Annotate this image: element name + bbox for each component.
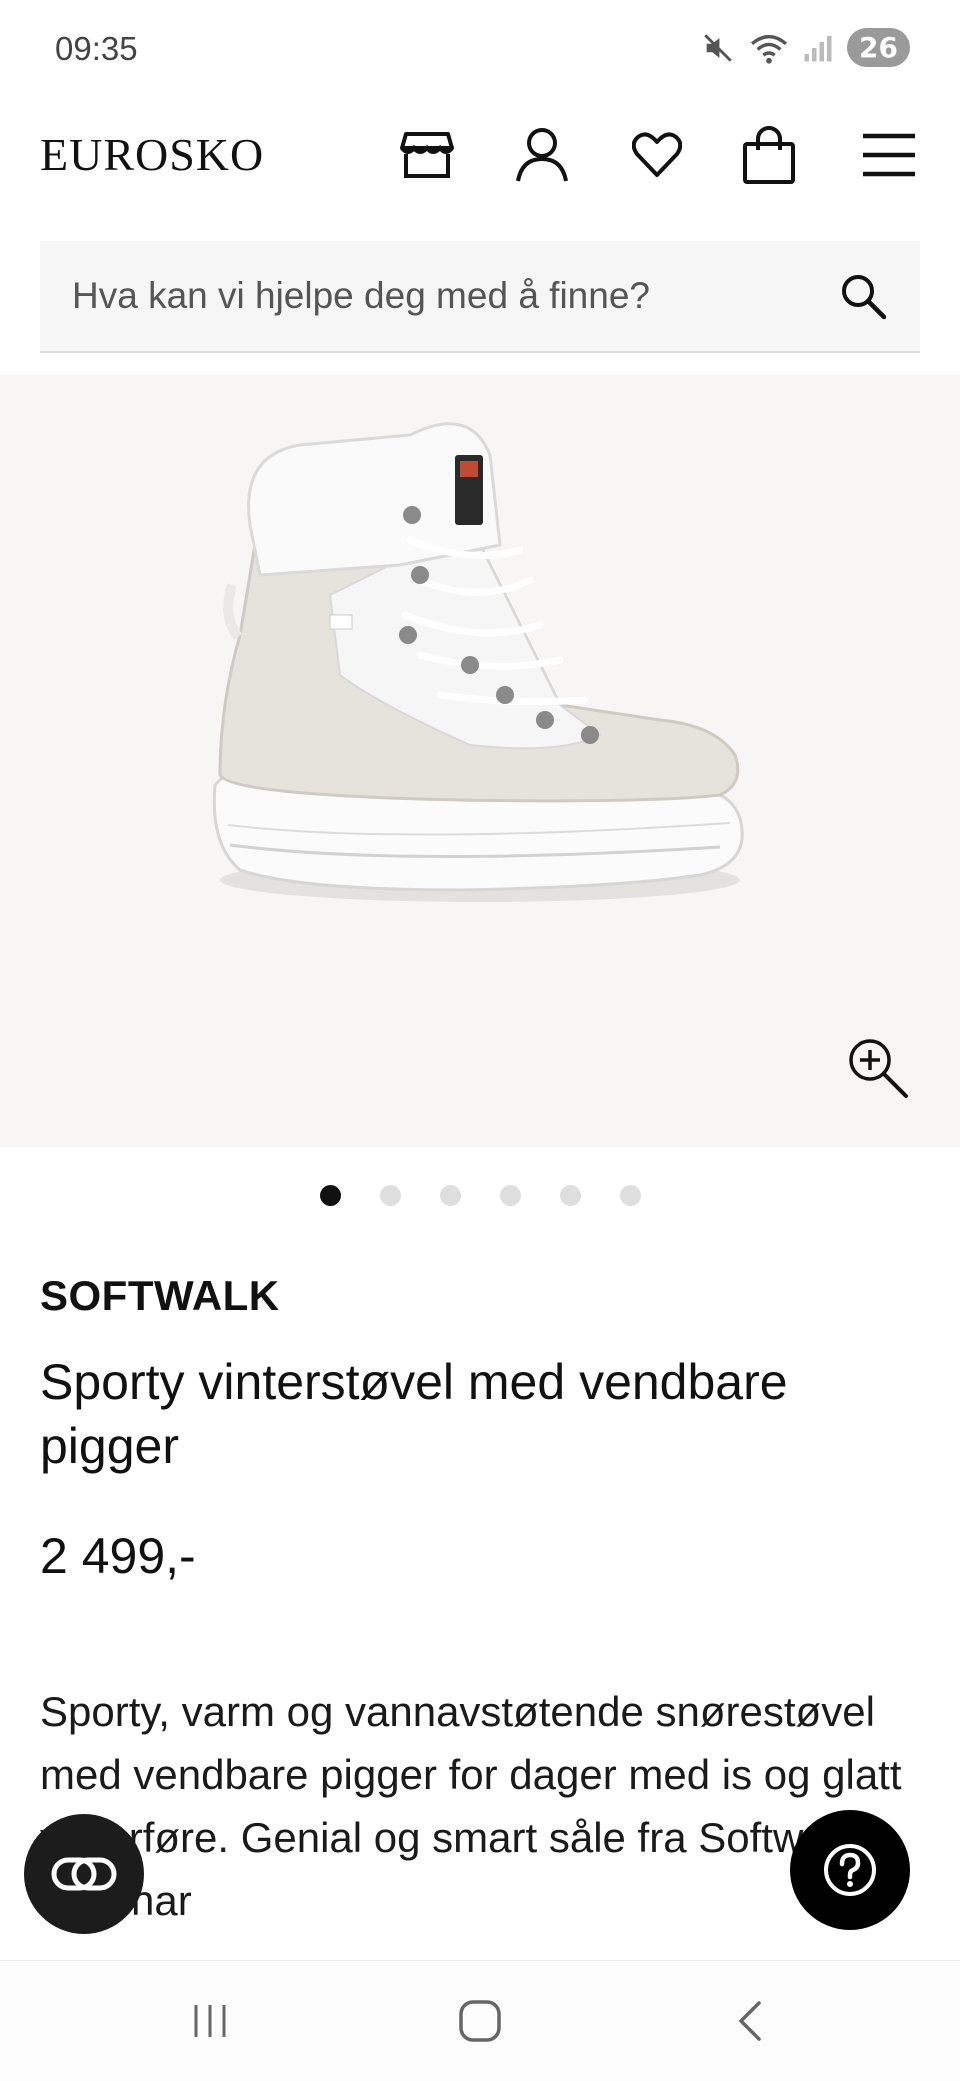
status-time: 09:35	[55, 30, 138, 67]
product-image	[212, 422, 744, 902]
product-brand[interactable]: SOFTWALK	[40, 1272, 280, 1320]
search-icon[interactable]	[838, 271, 890, 323]
accessibility-button[interactable]	[24, 1814, 144, 1934]
gallery-dot[interactable]	[619, 1185, 641, 1206]
wishlist-heart-icon[interactable]	[626, 124, 688, 186]
gallery-dot[interactable]	[439, 1185, 461, 1206]
search-input[interactable]	[70, 274, 834, 318]
gallery-dot[interactable]	[379, 1185, 401, 1206]
status-icons: 26	[701, 28, 910, 67]
gallery-dot[interactable]	[319, 1185, 341, 1206]
zoom-icon[interactable]	[846, 1036, 910, 1100]
home-icon[interactable]	[450, 1996, 510, 2046]
wifi-icon	[750, 34, 788, 64]
gallery-dot[interactable]	[559, 1185, 581, 1206]
back-icon[interactable]	[720, 1996, 780, 2046]
cart-bag-icon[interactable]	[738, 124, 800, 186]
product-description: Sporty, varm og vannavstøtende snørestøv…	[40, 1688, 902, 1924]
battery-level: 26	[847, 28, 910, 67]
signal-icon	[804, 35, 832, 61]
mute-icon	[704, 33, 732, 62]
menu-icon[interactable]	[858, 124, 920, 186]
product-image-gallery[interactable]	[0, 375, 960, 1147]
site-logo[interactable]: EUROSKO	[40, 128, 264, 181]
search-bar	[40, 241, 920, 353]
system-nav-bar	[0, 1960, 960, 2081]
help-button[interactable]	[790, 1810, 910, 1930]
store-icon[interactable]	[396, 124, 458, 186]
gallery-dot[interactable]	[499, 1185, 521, 1206]
product-price: 2 499,-	[40, 1528, 196, 1584]
account-icon[interactable]	[511, 124, 573, 186]
link-toggle-icon	[51, 1857, 117, 1891]
recent-apps-icon[interactable]	[180, 1996, 240, 2046]
gallery-pagination	[0, 1185, 960, 1206]
help-question-icon	[824, 1844, 876, 1896]
product-title: Sporty vinterstøvel med vendbare pigger	[40, 1354, 788, 1474]
